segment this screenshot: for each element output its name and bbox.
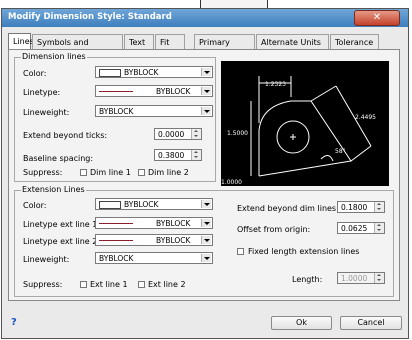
spinner-arrows-icon[interactable] [191, 150, 201, 160]
extend-beyond-ticks-label: Extend beyond ticks: [23, 131, 108, 140]
dim-linetype-label: Linetype: [23, 88, 61, 97]
color-swatch [99, 201, 121, 209]
chevron-down-icon [201, 107, 211, 115]
preview-dim-top: 1.2323 [265, 81, 286, 88]
group-title: Dimension lines [21, 52, 87, 61]
fixed-length-label: Fixed length extension lines [248, 247, 360, 256]
ext-color-select[interactable]: BYBLOCK [95, 198, 213, 210]
chevron-down-icon [201, 68, 211, 76]
angle-arc [320, 155, 334, 162]
preview-angle: 58° [335, 148, 346, 155]
help-icon[interactable]: ? [11, 317, 17, 328]
linetype-sample [99, 240, 133, 241]
chevron-down-icon [201, 254, 211, 262]
extend-beyond-ticks-spinner[interactable]: 0.0000 [154, 128, 202, 140]
suppress-ext-line-2-checkbox[interactable] [138, 281, 145, 288]
extend-beyond-dim-lines-label: Extend beyond dim lines: [237, 204, 339, 213]
linetype-ext-line-1-select[interactable]: BYBLOCK [95, 217, 213, 229]
linetype-ext-line-1-label: Linetype ext line 1: [23, 220, 101, 229]
length-spinner[interactable]: 1.0000 [337, 272, 385, 284]
suppress-dim-line-2-label: Dim line 2 [148, 168, 189, 177]
spinner-arrows-icon[interactable] [374, 273, 384, 283]
chevron-down-icon [201, 219, 211, 227]
title-bar[interactable]: Modify Dimension Style: Standard ✕ [2, 9, 408, 27]
close-button[interactable]: ✕ [354, 10, 400, 26]
group-title: Extension Lines [21, 185, 86, 194]
dim-color-select[interactable]: BYBLOCK [95, 66, 213, 78]
linetype-ext-line-2-label: Linetype ext line 2: [23, 237, 101, 246]
ext-color-label: Color: [23, 201, 47, 210]
ext-lineweight-select[interactable]: BYBLOCK [95, 252, 213, 264]
spinner-arrows-icon[interactable] [191, 129, 201, 139]
tab-symbols-and-arrows[interactable]: Symbols and Arrows [32, 34, 123, 62]
tab-lines[interactable]: Lines [8, 33, 34, 50]
suppress-dim-line-1-checkbox[interactable] [80, 169, 87, 176]
length-label: Length: [292, 275, 323, 284]
preview-dim-bottom: 1.0000 [221, 179, 242, 186]
chevron-down-icon [201, 236, 211, 244]
window-title: Modify Dimension Style: Standard [8, 12, 172, 22]
chevron-down-icon [201, 87, 211, 95]
suppress-dim-line-1-label: Dim line 1 [90, 168, 131, 177]
suppress-ext-line-2-label: Ext line 2 [148, 280, 186, 289]
cancel-button[interactable]: Cancel [340, 316, 402, 330]
spinner-arrows-icon[interactable] [374, 202, 384, 212]
linetype-sample [99, 91, 133, 92]
extend-beyond-dim-lines-spinner[interactable]: 0.1800 [337, 201, 385, 213]
tab-primary-units[interactable]: Primary Units [194, 34, 255, 62]
dim-color-label: Color: [23, 69, 47, 78]
suppress-ext-line-1-checkbox[interactable] [80, 281, 87, 288]
suppress-ext-line-1-label: Ext line 1 [90, 280, 128, 289]
close-icon: ✕ [372, 12, 382, 23]
preview-drawing: 1.2323 1.5000 2.4495 58° 1.0000 [221, 76, 376, 186]
chevron-down-icon [201, 200, 211, 208]
dimension-preview: 1.2323 1.5000 2.4495 58° 1.0000 [221, 61, 389, 186]
fixed-length-checkbox[interactable] [237, 248, 244, 255]
baseline-spacing-spinner[interactable]: 0.3800 [154, 149, 202, 161]
tab-fit[interactable]: Fit [155, 34, 185, 49]
ext-suppress-label: Suppress: [23, 280, 63, 289]
dim-lineweight-label: Lineweight: [23, 108, 70, 117]
offset-from-origin-label: Offset from origin: [237, 225, 311, 234]
color-swatch [99, 69, 121, 77]
tab-page-lines: Dimension lines Color: BYBLOCK Linetype:… [8, 49, 400, 301]
preview-dim-left: 1.5000 [227, 130, 248, 137]
spinner-arrows-icon[interactable] [374, 223, 384, 233]
baseline-spacing-label: Baseline spacing: [23, 154, 94, 163]
preview-part-outline [258, 100, 352, 177]
preview-dim-right: 2.4495 [355, 114, 376, 121]
offset-from-origin-spinner[interactable]: 0.0625 [337, 222, 385, 234]
ok-button[interactable]: Ok [271, 316, 332, 330]
dialog-window: Modify Dimension Style: Standard ✕ Lines… [1, 8, 409, 339]
linetype-sample [99, 223, 133, 224]
extension-lines-group: Extension Lines Color: BYBLOCK Linetype … [14, 185, 394, 297]
dim-suppress-label: Suppress: [23, 168, 63, 177]
ext-lineweight-label: Lineweight: [23, 255, 70, 264]
suppress-dim-line-2-checkbox[interactable] [138, 169, 145, 176]
dim-linetype-select[interactable]: BYBLOCK [95, 85, 213, 97]
dim-lineweight-select[interactable]: BYBLOCK [95, 105, 213, 117]
tab-alternate-units[interactable]: Alternate Units [256, 34, 329, 49]
tab-text[interactable]: Text [124, 34, 154, 49]
linetype-ext-line-2-select[interactable]: BYBLOCK [95, 234, 213, 246]
tab-tolerance[interactable]: Tolerance [330, 34, 379, 49]
dimension-lines-group: Dimension lines Color: BYBLOCK Linetype:… [14, 52, 216, 182]
